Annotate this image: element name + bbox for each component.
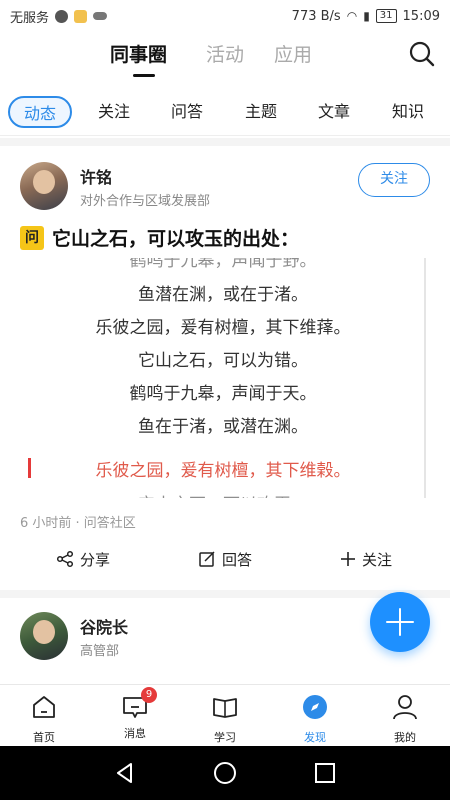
- signal-icon: ▮: [363, 9, 370, 23]
- answer-label: 回答: [222, 550, 253, 569]
- tab-apps[interactable]: 应用: [274, 40, 312, 67]
- avatar[interactable]: [20, 162, 68, 210]
- post-actions: 分享 回答 关注: [0, 544, 450, 574]
- question-badge: 问: [20, 225, 44, 250]
- share-icon: [56, 550, 74, 568]
- question-title[interactable]: 问 它山之石，可以攻玉的出处：: [20, 224, 299, 251]
- globe-icon: [55, 9, 69, 23]
- category-tabs: 动态 关注 问答 主题 文章 知识: [0, 92, 450, 136]
- status-bar: 无服务 773 B/s ◠ ▮ 31 15:09: [0, 0, 450, 32]
- cloud-icon: [93, 12, 108, 20]
- follow-question-button[interactable]: 关注: [340, 544, 392, 574]
- author-name[interactable]: 许铭: [80, 164, 112, 188]
- category-knowledge[interactable]: 知识: [392, 96, 424, 128]
- post-meta: 6 小时前 · 问答社区: [20, 516, 136, 531]
- follow-button[interactable]: 关注: [358, 163, 430, 197]
- follow-question-label: 关注: [362, 550, 393, 569]
- wifi-icon: ◠: [346, 9, 358, 23]
- recents-icon[interactable]: [312, 760, 338, 786]
- post-card[interactable]: 许铭 对外合作与区域发展部 关注 问 它山之石，可以攻玉的出处： 鹤鸣于九皋，声…: [0, 146, 450, 590]
- tab-label: 我的: [394, 731, 416, 744]
- share-button[interactable]: 分享: [56, 544, 110, 574]
- network-speed: 773 B/s: [291, 8, 341, 24]
- clock: 15:09: [402, 8, 440, 24]
- person-icon: [393, 695, 417, 720]
- answer-button[interactable]: 回答: [198, 544, 252, 574]
- search-icon[interactable]: [408, 40, 436, 68]
- compass-icon: [303, 695, 327, 719]
- poem-line: 鱼在于渚，或潜在渊。: [138, 417, 308, 437]
- bottom-tab-bar: 首页 9 消息 学习 发现 我的: [0, 684, 450, 746]
- tab-label: 发现: [304, 731, 326, 744]
- poem-line: 鱼潜在渊，或在于渚。: [138, 285, 308, 305]
- message-badge: 9: [141, 687, 157, 703]
- message-icon-wrap: 9: [121, 687, 157, 721]
- author-dept: 高管部: [80, 644, 120, 659]
- battery-icon: 31: [375, 9, 397, 23]
- poem-line: 它山之石，可以攻玉。: [20, 490, 424, 498]
- top-nav: 同事圈 活动 应用: [0, 32, 450, 84]
- tab-activities[interactable]: 活动: [206, 40, 244, 67]
- poem-line: 鹤鸣于九皋，声闻于野。: [129, 258, 317, 271]
- plus-icon: [341, 552, 355, 566]
- tab-learning[interactable]: 学习: [195, 691, 255, 744]
- author-dept: 对外合作与区域发展部: [80, 194, 211, 209]
- category-dynamic[interactable]: 动态: [8, 96, 73, 128]
- edit-icon: [199, 551, 215, 567]
- app-notification-icon: [74, 9, 88, 23]
- question-text: 它山之石，可以攻玉的出处：: [52, 228, 300, 250]
- author-name[interactable]: 谷院长: [80, 614, 128, 638]
- poem-line: 它山之石，可以为错。: [138, 351, 308, 371]
- category-topic[interactable]: 主题: [245, 96, 277, 128]
- poem-excerpt[interactable]: 鹤鸣于九皋，声闻于野。 鱼潜在渊，或在于渚。 乐彼之园，爰有树檀，其下维萚。 它…: [20, 258, 426, 498]
- share-label: 分享: [80, 550, 111, 569]
- tab-label: 消息: [124, 727, 146, 740]
- carrier-text: 无服务: [10, 10, 50, 26]
- tab-me[interactable]: 我的: [375, 691, 435, 744]
- home-circle-icon[interactable]: [212, 760, 238, 786]
- category-qa[interactable]: 问答: [171, 96, 203, 128]
- tab-label: 学习: [214, 731, 236, 744]
- active-tab-underline: [133, 74, 155, 77]
- system-nav-bar: [0, 746, 450, 800]
- poem-line: 鹤鸣于九皋，声闻于天。: [129, 384, 317, 404]
- category-article[interactable]: 文章: [318, 96, 350, 128]
- tab-label: 首页: [33, 731, 55, 744]
- poem-line: 乐彼之园，爰有树檀，其下维萚。: [95, 318, 351, 338]
- avatar[interactable]: [20, 612, 68, 660]
- tab-home[interactable]: 首页: [14, 691, 74, 744]
- home-icon: [33, 696, 55, 718]
- poem-line-highlight: 乐彼之园，爰有树檀，其下维榖。: [95, 461, 351, 481]
- create-post-button[interactable]: [370, 592, 430, 652]
- divider: [0, 138, 450, 146]
- book-icon: [213, 698, 237, 718]
- highlight-marker: [28, 458, 31, 478]
- tab-messages[interactable]: 9 消息: [105, 687, 165, 743]
- category-follow[interactable]: 关注: [98, 96, 130, 128]
- back-icon[interactable]: [112, 760, 138, 786]
- tab-colleague-circle[interactable]: 同事圈: [110, 40, 167, 67]
- tab-discover[interactable]: 发现: [285, 691, 345, 744]
